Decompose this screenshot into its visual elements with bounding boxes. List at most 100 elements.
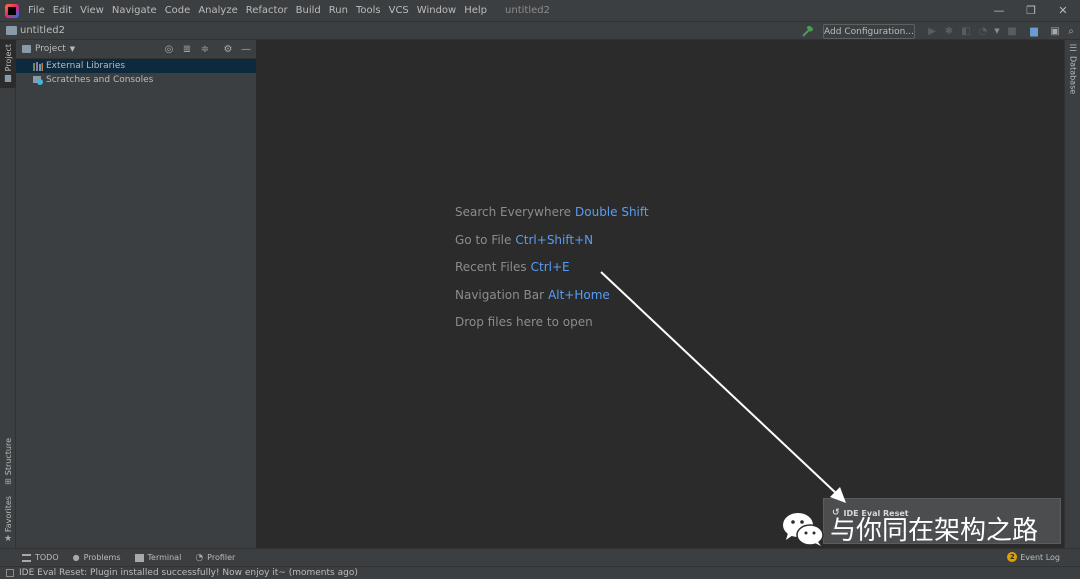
layout-icon[interactable]: ▣ xyxy=(1049,25,1061,37)
hint-text: Drop files here to open xyxy=(455,315,593,329)
event-log-label: Event Log xyxy=(1020,552,1060,562)
left-tool-strip: Project ▆ Structure ⊞ Favorites ★ xyxy=(0,40,16,548)
chevron-down-icon[interactable]: ▼ xyxy=(991,25,1003,37)
project-panel-header: Project ▼ ◎ ≣ ≑ ⚙ — xyxy=(16,40,256,59)
tree-item-label: Scratches and Consoles xyxy=(46,75,154,85)
tab-project-label: Project xyxy=(3,44,13,72)
menu-vcs[interactable]: VCS xyxy=(385,0,413,21)
hint-recent-files: Recent Files Ctrl+E xyxy=(455,260,570,274)
right-tool-strip: ☰ Database xyxy=(1064,40,1080,548)
profile-icon[interactable]: ◔ xyxy=(977,25,989,37)
event-count-badge: 2 xyxy=(1007,552,1018,562)
hint-shortcut: Ctrl+Shift+N xyxy=(515,233,594,247)
expand-all-icon[interactable]: ≣ xyxy=(181,43,193,55)
star-icon: ★ xyxy=(3,534,13,545)
menu-help[interactable]: Help xyxy=(460,0,491,21)
folder-icon: ▆ xyxy=(4,73,12,83)
project-view-dropdown[interactable]: Project xyxy=(35,44,66,54)
hint-go-to-file: Go to File Ctrl+Shift+N xyxy=(455,233,593,247)
tool-label: Problems xyxy=(83,553,121,562)
terminal-icon xyxy=(134,553,144,562)
navigation-bar: untitled2 Add Configuration... ▶ ✱ ◧ ◔ ▼… xyxy=(0,21,1080,40)
structure-icon: ⊞ xyxy=(4,477,12,487)
build-hammer-icon[interactable] xyxy=(802,26,814,37)
library-icon xyxy=(33,61,43,71)
window-title: untitled2 xyxy=(505,5,550,16)
menu-edit[interactable]: Edit xyxy=(49,0,76,21)
collapse-all-icon[interactable]: ≑ xyxy=(199,43,211,55)
hint-text: Recent Files xyxy=(455,260,527,274)
breadcrumb[interactable]: untitled2 xyxy=(6,25,65,36)
minimize-button[interactable]: — xyxy=(982,0,1016,21)
debug-icon[interactable]: ✱ xyxy=(943,25,955,37)
menu-build[interactable]: Build xyxy=(292,0,325,21)
tree-item-external-libraries[interactable]: External Libraries xyxy=(16,59,256,73)
search-icon[interactable]: ⌕ xyxy=(1065,25,1077,37)
hint-shortcut: Double Shift xyxy=(575,205,649,219)
hint-shortcut: Ctrl+E xyxy=(530,260,570,274)
locate-icon[interactable]: ◎ xyxy=(163,43,175,55)
gear-icon[interactable]: ⚙ xyxy=(222,43,234,55)
tool-label: TODO xyxy=(35,553,59,562)
menu-navigate[interactable]: Navigate xyxy=(108,0,161,21)
menu-window[interactable]: Window xyxy=(413,0,460,21)
hide-icon[interactable]: — xyxy=(240,43,252,55)
tab-database[interactable]: ☰ Database xyxy=(1065,44,1080,94)
breadcrumb-project-name: untitled2 xyxy=(20,25,65,36)
hint-navigation-bar: Navigation Bar Alt+Home xyxy=(455,288,610,302)
hint-text: Search Everywhere xyxy=(455,205,571,219)
menu-analyze[interactable]: Analyze xyxy=(194,0,241,21)
restore-button[interactable]: ❐ xyxy=(1014,0,1048,21)
intellij-logo-icon[interactable] xyxy=(5,3,19,18)
watermark-text: 与你同在架构之路 xyxy=(830,516,1039,546)
menu-view[interactable]: View xyxy=(76,0,108,21)
editor-area[interactable]: Search Everywhere Double Shift Go to File… xyxy=(258,40,1064,548)
run-icon[interactable]: ▶ xyxy=(926,25,938,37)
menu-tools[interactable]: Tools xyxy=(352,0,385,21)
tool-label: Profiler xyxy=(207,553,236,562)
menu-file[interactable]: File xyxy=(24,0,49,21)
list-icon xyxy=(22,553,31,562)
tool-label: Terminal xyxy=(147,553,182,562)
status-window-icon[interactable] xyxy=(6,569,14,577)
event-log-button[interactable]: 2 Event Log xyxy=(1007,552,1060,562)
tab-structure-label: Structure xyxy=(3,438,13,476)
add-configuration-button[interactable]: Add Configuration... xyxy=(823,24,915,39)
status-message[interactable]: IDE Eval Reset: Plugin installed success… xyxy=(19,568,358,578)
tab-structure[interactable]: Structure ⊞ xyxy=(0,438,16,486)
tree-item-label: External Libraries xyxy=(46,61,126,71)
coverage-icon[interactable]: ◧ xyxy=(960,25,972,37)
info-icon: ● xyxy=(72,553,80,562)
hint-shortcut: Alt+Home xyxy=(548,288,610,302)
tool-problems[interactable]: ● Problems xyxy=(73,553,121,562)
watermark: 与你同在架构之路 xyxy=(782,510,1038,547)
tree-item-scratches[interactable]: Scratches and Consoles xyxy=(16,73,256,87)
menu-refactor[interactable]: Refactor xyxy=(242,0,292,21)
close-button[interactable]: ✕ xyxy=(1046,0,1080,21)
tool-profiler[interactable]: ◔ Profiler xyxy=(195,553,235,563)
tab-project[interactable]: Project ▆ xyxy=(0,40,16,88)
bottom-tool-bar: TODO ● Problems Terminal ◔ Profiler 2 Ev… xyxy=(0,548,1080,566)
menu-bar: File Edit View Navigate Code Analyze Ref… xyxy=(0,0,1080,21)
wechat-icon xyxy=(783,512,824,546)
project-icon xyxy=(22,45,31,53)
tool-terminal[interactable]: Terminal xyxy=(134,553,182,562)
tab-database-label: Database xyxy=(1068,56,1078,95)
project-structure-icon[interactable]: ▆ xyxy=(1028,25,1040,37)
tab-favorites[interactable]: Favorites ★ xyxy=(0,496,16,544)
tool-todo[interactable]: TODO xyxy=(22,553,59,562)
menu-run[interactable]: Run xyxy=(325,0,352,21)
scratches-icon xyxy=(33,75,43,85)
hint-drop-files: Drop files here to open xyxy=(455,315,593,329)
project-folder-icon xyxy=(6,26,17,35)
hint-text: Go to File xyxy=(455,233,512,247)
stop-icon[interactable]: ■ xyxy=(1006,25,1018,37)
menu-code[interactable]: Code xyxy=(161,0,195,21)
tab-favorites-label: Favorites xyxy=(3,496,13,533)
hint-search-everywhere: Search Everywhere Double Shift xyxy=(455,205,649,219)
profiler-icon: ◔ xyxy=(195,552,204,563)
database-icon: ☰ xyxy=(1068,44,1078,54)
project-panel: Project ▼ ◎ ≣ ≑ ⚙ — External Libraries S… xyxy=(16,40,257,548)
chevron-down-icon[interactable]: ▼ xyxy=(70,45,75,53)
status-bar: IDE Eval Reset: Plugin installed success… xyxy=(0,566,1080,579)
